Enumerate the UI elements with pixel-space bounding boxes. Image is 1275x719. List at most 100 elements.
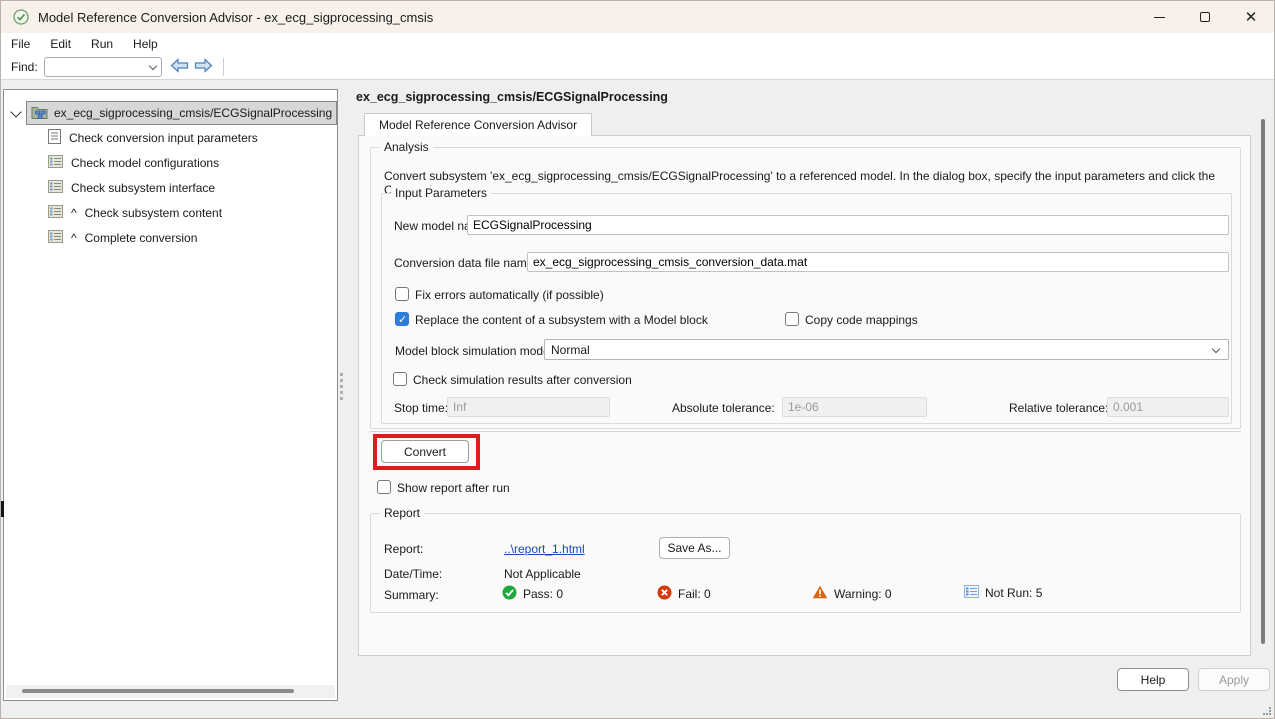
stop-time-field[interactable]: [447, 397, 610, 417]
tree-item-prefix: ^: [71, 231, 77, 245]
scrollbar-thumb[interactable]: [22, 689, 294, 693]
maximize-button[interactable]: [1182, 1, 1228, 33]
panel-splitter-handle[interactable]: [340, 373, 343, 400]
tree-item-label: Complete conversion: [85, 231, 198, 245]
advisor-check-icon: [13, 9, 29, 25]
summary-pass: Pass: 0: [502, 585, 563, 603]
fail-icon: [657, 585, 672, 603]
model-reference-conversion-advisor-window: Model Reference Conversion Advisor - ex_…: [0, 0, 1275, 719]
menu-help[interactable]: Help: [123, 37, 168, 51]
fix-errors-checkbox[interactable]: [395, 287, 409, 301]
minimize-button[interactable]: [1136, 1, 1182, 33]
not-run-count: Not Run: 5: [985, 586, 1042, 600]
tree-item-label: Check conversion input parameters: [69, 131, 258, 145]
find-next-button[interactable]: [194, 58, 213, 76]
not-run-icon: [964, 585, 979, 601]
report-link[interactable]: ..\report_1.html: [504, 542, 585, 556]
tree-item-complete-conversion[interactable]: ^ Complete conversion: [48, 226, 197, 250]
datetime-value: Not Applicable: [504, 567, 581, 581]
input-parameters-legend: Input Parameters: [391, 186, 491, 200]
abs-tolerance-label: Absolute tolerance:: [672, 401, 775, 415]
tree-root-label: ex_ecg_sigprocessing_cmsis/ECGSignalProc…: [54, 106, 332, 120]
fail-count: Fail: 0: [678, 587, 711, 601]
new-model-name-field[interactable]: [467, 215, 1229, 235]
tree-item-check-subsystem-interface[interactable]: Check subsystem interface: [48, 176, 215, 200]
summary-warning: Warning: 0: [812, 585, 892, 602]
check-sim-results-label: Check simulation results after conversio…: [413, 373, 632, 387]
datetime-label: Date/Time:: [384, 567, 442, 581]
summary-not-run: Not Run: 5: [964, 585, 1042, 601]
minimize-icon: [1154, 17, 1165, 18]
apply-button[interactable]: Apply: [1198, 668, 1270, 691]
section-divider: [370, 431, 1241, 432]
check-sim-results-checkbox[interactable]: [393, 372, 407, 386]
find-previous-button[interactable]: [170, 58, 189, 76]
page-title: ex_ecg_sigprocessing_cmsis/ECGSignalProc…: [356, 90, 668, 104]
find-label: Find:: [11, 60, 38, 74]
checklist-icon: [48, 155, 63, 171]
help-button[interactable]: Help: [1117, 668, 1189, 691]
menu-edit[interactable]: Edit: [40, 37, 81, 51]
close-icon: ✕: [1245, 10, 1258, 25]
replace-content-label: Replace the content of a subsystem with …: [415, 313, 708, 327]
menu-file[interactable]: File: [1, 37, 40, 51]
input-parameters-groupbox: Input Parameters New model name: Convers…: [381, 193, 1232, 424]
menu-bar: File Edit Run Help: [1, 33, 1274, 55]
warning-count: Warning: 0: [834, 587, 892, 601]
tree-item-label: Check subsystem content: [85, 206, 222, 220]
save-as-button[interactable]: Save As...: [659, 537, 730, 559]
pass-icon: [502, 585, 517, 603]
advisor-content-panel: Analysis Convert subsystem 'ex_ecg_sigpr…: [358, 135, 1251, 656]
tree-root-node[interactable]: ex_ecg_sigprocessing_cmsis/ECGSignalProc…: [26, 101, 337, 125]
show-report-label: Show report after run: [397, 481, 510, 495]
analysis-groupbox: Analysis Convert subsystem 'ex_ecg_sigpr…: [370, 147, 1241, 429]
abs-tolerance-field[interactable]: [782, 397, 927, 417]
tree-item-check-model-configurations[interactable]: Check model configurations: [48, 151, 219, 175]
tree-item-label: Check subsystem interface: [71, 181, 215, 195]
tree-item-prefix: ^: [71, 206, 77, 220]
checklist-icon: [48, 180, 63, 196]
find-combobox[interactable]: [44, 57, 162, 77]
report-label: Report:: [384, 542, 423, 556]
tree-horizontal-scrollbar[interactable]: [6, 685, 335, 698]
tree-expander-icon[interactable]: [10, 106, 21, 117]
summary-label: Summary:: [384, 588, 439, 602]
tree-item-check-conversion-input-parameters[interactable]: Check conversion input parameters: [48, 126, 258, 150]
sim-mode-select[interactable]: Normal: [544, 339, 1229, 360]
warning-icon: [812, 585, 828, 602]
convert-button[interactable]: Convert: [381, 440, 469, 463]
menu-run[interactable]: Run: [81, 37, 123, 51]
tree-item-check-subsystem-content[interactable]: ^ Check subsystem content: [48, 201, 222, 225]
checklist-icon: [48, 205, 63, 221]
window-title: Model Reference Conversion Advisor - ex_…: [38, 10, 433, 25]
fix-errors-label: Fix errors automatically (if possible): [415, 288, 604, 302]
report-legend: Report: [380, 506, 424, 520]
check-tree-panel: ex_ecg_sigprocessing_cmsis/ECGSignalProc…: [3, 89, 338, 701]
chevron-down-icon: [1212, 345, 1220, 353]
document-icon: [48, 129, 61, 147]
copy-code-mappings-label: Copy code mappings: [805, 313, 918, 327]
copy-code-mappings-checkbox[interactable]: [785, 312, 799, 326]
checklist-icon: [48, 230, 63, 246]
resize-grip[interactable]: [1263, 707, 1271, 715]
close-button[interactable]: ✕: [1228, 1, 1274, 33]
analysis-legend: Analysis: [380, 140, 433, 154]
replace-content-checkbox[interactable]: [395, 312, 409, 326]
show-report-checkbox[interactable]: [377, 480, 391, 494]
maximize-icon: [1200, 12, 1210, 22]
model-reference-icon: [31, 105, 48, 122]
tab-model-reference-conversion-advisor[interactable]: Model Reference Conversion Advisor: [364, 113, 592, 136]
report-groupbox: Report Report: ..\report_1.html Save As.…: [370, 513, 1241, 613]
stop-time-label: Stop time:: [394, 401, 448, 415]
tree-item-label: Check model configurations: [71, 156, 219, 170]
rel-tolerance-field[interactable]: [1107, 397, 1229, 417]
rel-tolerance-label: Relative tolerance:: [1009, 401, 1108, 415]
summary-fail: Fail: 0: [657, 585, 711, 603]
toolbar-separator: [223, 58, 224, 76]
sim-mode-value: Normal: [551, 343, 590, 357]
title-bar: Model Reference Conversion Advisor - ex_…: [1, 1, 1274, 33]
find-input[interactable]: [44, 57, 162, 77]
conversion-data-file-label: Conversion data file name:: [394, 256, 537, 270]
vertical-scrollbar-thumb[interactable]: [1261, 119, 1265, 644]
conversion-data-file-field[interactable]: [527, 252, 1229, 272]
